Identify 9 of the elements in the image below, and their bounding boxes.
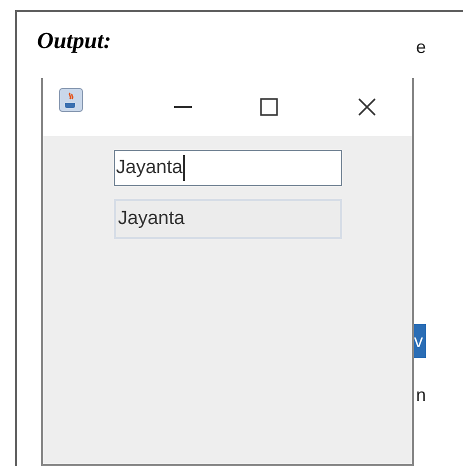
java-cup-icon [59, 88, 83, 112]
text-field[interactable]: Jayanta [114, 150, 342, 186]
close-icon[interactable] [358, 98, 376, 116]
heading: Output: [37, 27, 112, 55]
maximize-icon[interactable] [260, 98, 278, 116]
output-label: Jayanta [114, 199, 342, 239]
text-fragment: e [416, 36, 426, 59]
text-fragment: v [414, 324, 426, 358]
text-fragment: n [416, 384, 426, 407]
